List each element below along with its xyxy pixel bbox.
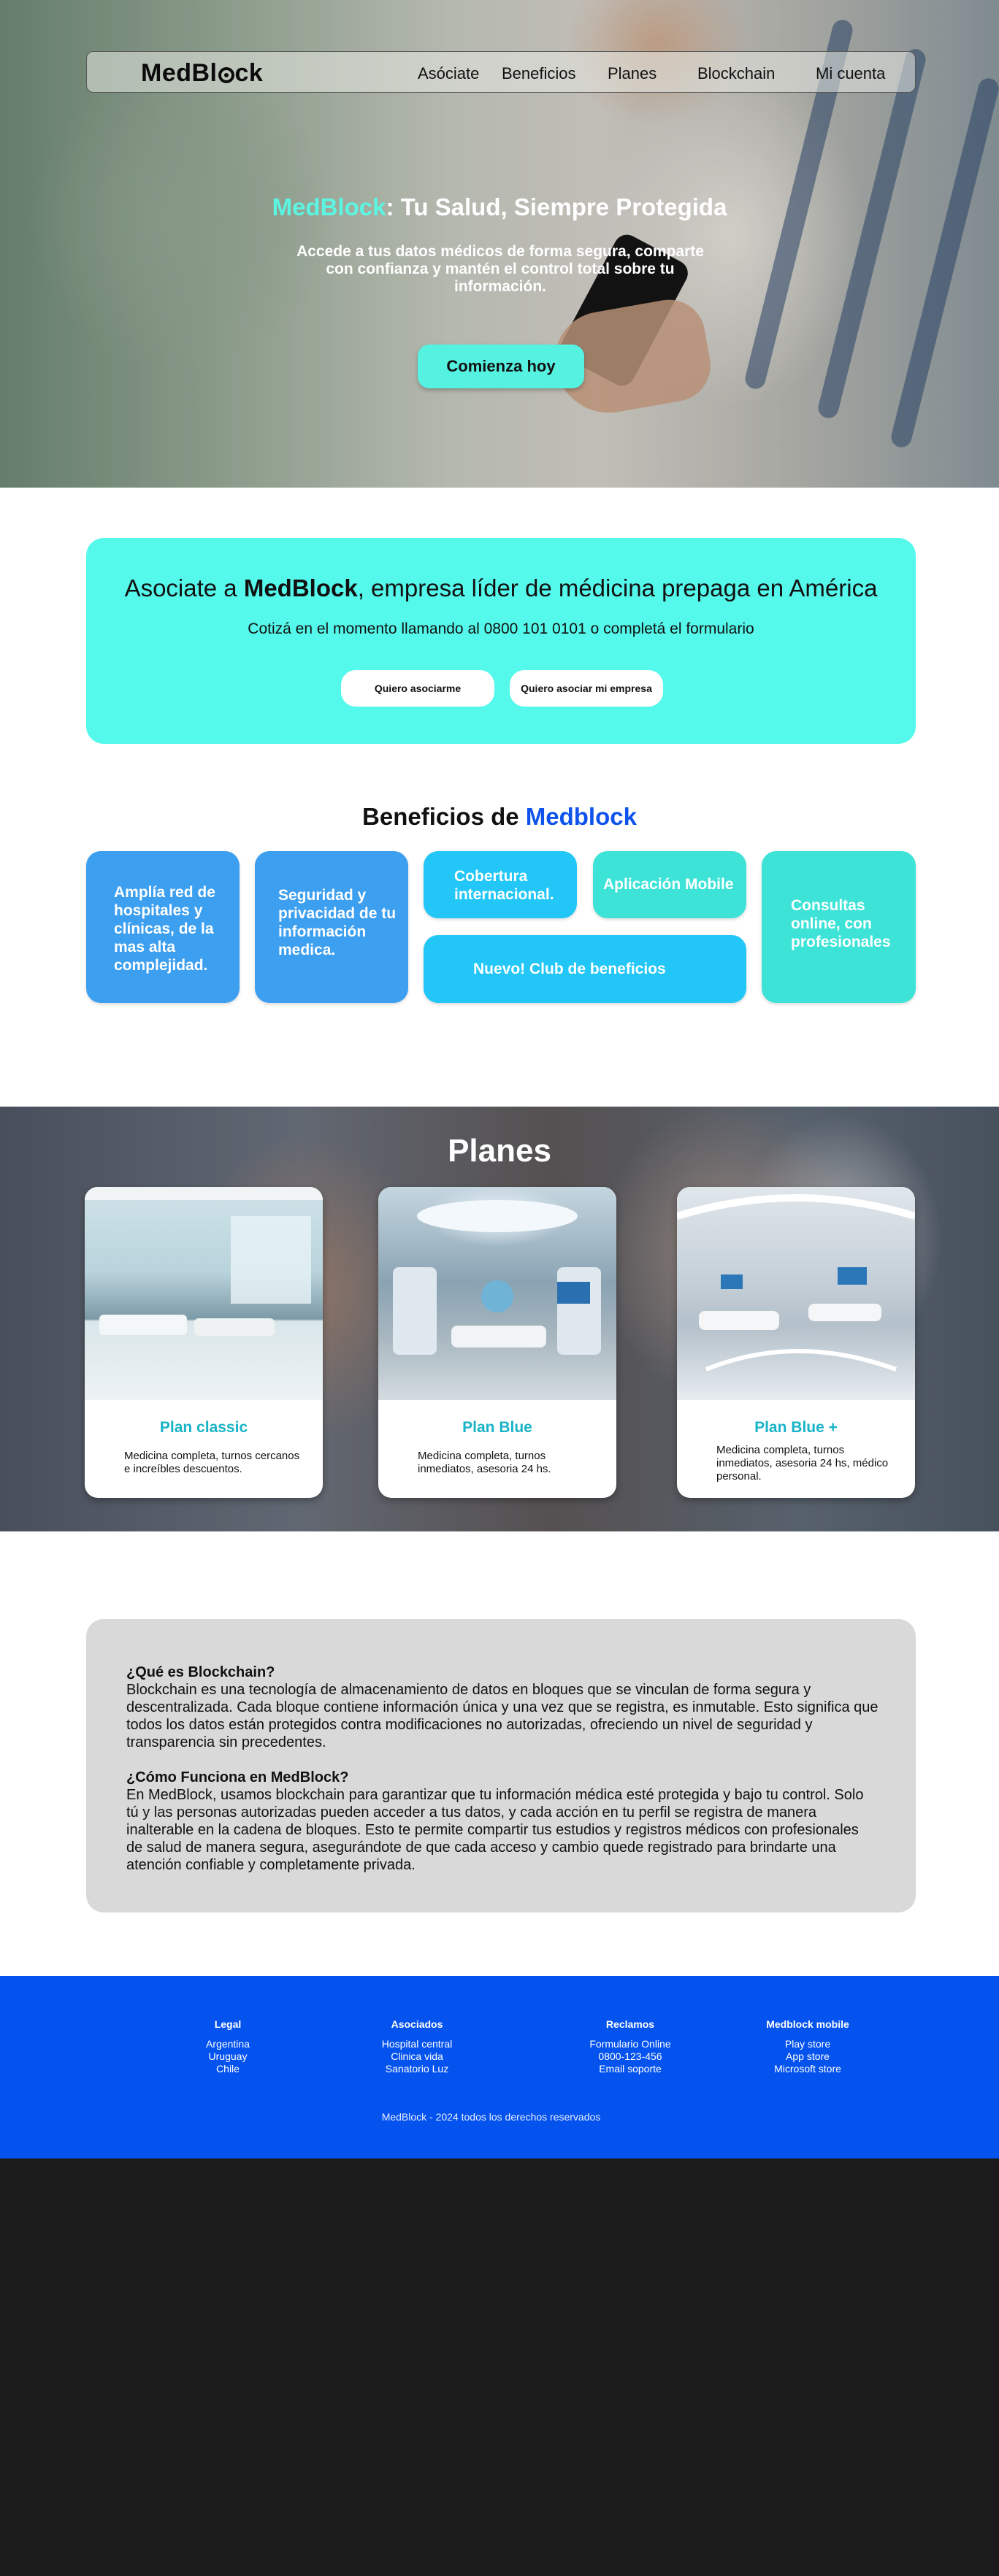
asociate-title-brand: MedBlock <box>243 574 358 601</box>
quiero-asociarme-button[interactable]: Quiero asociarme <box>341 670 494 707</box>
plan-description: Medicina completa, turnos inmediatos, as… <box>716 1444 889 1483</box>
footer-col-reclamos: Reclamos Formulario Online 0800-123-456 … <box>557 2018 703 2075</box>
benefit-card-cobertura[interactable]: Cobertura internacional. <box>424 851 577 918</box>
asociate-banner: Asociate a MedBlock, empresa líder de mé… <box>86 538 916 744</box>
benefit-card-text: Cobertura internacional. <box>454 868 554 903</box>
blockchain-answer-how: En MedBlock, usamos blockchain para gara… <box>126 1787 864 1873</box>
footer-col-title: Legal <box>214 2018 242 2030</box>
nav-link-planes[interactable]: Planes <box>608 64 657 83</box>
plan-card-blue-plus[interactable]: Plan Blue + Medicina completa, turnos in… <box>677 1187 915 1498</box>
footer-link[interactable]: Email soporte <box>557 2063 703 2075</box>
hero-title-brand: MedBlock <box>272 193 386 220</box>
benefit-card-text: Amplía red de hospitales y clínicas, de … <box>114 884 215 974</box>
comienza-hoy-button[interactable]: Comienza hoy <box>418 345 584 388</box>
planes-section: Planes Plan classic Medicina completa, t… <box>0 1107 999 1531</box>
plan-image-hospital-room <box>85 1187 323 1400</box>
asociate-title: Asociate a MedBlock, empresa líder de mé… <box>86 574 916 602</box>
footer-link[interactable]: Sanatorio Luz <box>344 2063 490 2075</box>
operating-room-illustration <box>393 1200 601 1355</box>
asociar-empresa-button[interactable]: Quiero asociar mi empresa <box>510 670 663 707</box>
footer-link[interactable]: Clinica vida <box>344 2050 490 2063</box>
benefit-card-consultas-online[interactable]: Consultas online, con profesionales <box>762 851 916 1003</box>
benefit-card-text: Consultas online, con profesionales <box>791 897 891 950</box>
benefit-card-club-beneficios[interactable]: Nuevo! Club de beneficios <box>424 935 746 1003</box>
plan-card-classic[interactable]: Plan classic Medicina completa, turnos c… <box>85 1187 323 1498</box>
asociate-title-pre: Asociate a <box>124 574 244 601</box>
logo-text-end: ck <box>234 59 264 87</box>
plan-name: Plan Blue + <box>754 1419 838 1436</box>
plan-description: Medicina completa, turnos cercanos e inc… <box>124 1450 300 1475</box>
copyright-text: MedBlock - 2024 todos los derechos reser… <box>381 2111 601 2123</box>
hospital-room-illustration <box>85 1187 323 1336</box>
benefit-card-seguridad[interactable]: Seguridad y privacidad de tu información… <box>255 851 408 1003</box>
plan-card-blue[interactable]: Plan Blue Medicina completa, turnos inme… <box>378 1187 616 1498</box>
footer-col-title: Medblock mobile <box>766 2018 849 2030</box>
footer-link[interactable]: Play store <box>735 2038 881 2050</box>
footer: Legal Argentina Uruguay Chile Asociados … <box>0 1976 999 2158</box>
footer-link[interactable]: Uruguay <box>155 2050 301 2063</box>
benefit-card-text: Nuevo! Club de beneficios <box>473 961 666 977</box>
page: MedBl ck Asóciate Beneficios Planes Block… <box>0 0 999 2158</box>
beneficios-title-brand: Medblock <box>525 803 637 830</box>
plan-image-futuristic-room <box>677 1187 915 1400</box>
benefit-card-app-mobile[interactable]: Aplicación Mobile <box>593 851 746 918</box>
footer-col-asociados: Asociados Hospital central Clinica vida … <box>344 2018 490 2075</box>
benefit-card-text: Aplicación Mobile <box>603 876 734 893</box>
logo-o-icon <box>218 66 234 83</box>
footer-col-legal: Legal Argentina Uruguay Chile <box>155 2018 301 2075</box>
blockchain-info-box: ¿Qué es Blockchain? Blockchain es una te… <box>86 1619 916 1912</box>
planes-title: Planes <box>448 1133 551 1169</box>
nav-link-beneficios[interactable]: Beneficios <box>502 64 576 83</box>
asociate-title-post: , empresa líder de médicina prepaga en A… <box>357 574 878 601</box>
nav-link-mi-cuenta[interactable]: Mi cuenta <box>816 64 885 83</box>
hero-title: MedBlock: Tu Salud, Siempre Protegida <box>0 193 999 221</box>
hero-title-rest: : Tu Salud, Siempre Protegida <box>386 193 727 220</box>
plan-name: Plan Blue <box>462 1419 532 1436</box>
benefit-card-red-hospitales[interactable]: Amplía red de hospitales y clínicas, de … <box>86 851 240 1003</box>
nav-link-blockchain[interactable]: Blockchain <box>697 64 775 83</box>
blockchain-answer-what: Blockchain es una tecnología de almacena… <box>126 1682 879 1750</box>
futuristic-room-illustration <box>677 1194 915 1372</box>
benefit-card-text: Seguridad y privacidad de tu información… <box>278 887 397 958</box>
footer-link[interactable]: Chile <box>155 2063 301 2075</box>
blockchain-question-what: ¿Qué es Blockchain? <box>126 1664 275 1680</box>
nav-link-asociate[interactable]: Asóciate <box>418 64 479 83</box>
footer-col-title: Reclamos <box>605 2018 655 2030</box>
footer-link[interactable]: Hospital central <box>344 2038 490 2050</box>
footer-col-title: Asociados <box>391 2018 443 2030</box>
beneficios-title-pre: Beneficios de <box>362 803 526 830</box>
footer-link[interactable]: App store <box>735 2050 881 2063</box>
blockchain-question-how: ¿Cómo Funciona en MedBlock? <box>126 1769 349 1785</box>
asociate-subtitle: Cotizá en el momento llamando al 0800 10… <box>248 620 754 637</box>
hero-section: MedBl ck Asóciate Beneficios Planes Block… <box>0 0 999 488</box>
blockchain-text: ¿Qué es Blockchain? Blockchain es una te… <box>126 1664 879 1874</box>
footer-col-mobile: Medblock mobile Play store App store Mic… <box>735 2018 881 2075</box>
plan-name: Plan classic <box>159 1419 248 1436</box>
plan-description: Medicina completa, turnos inmediatos, as… <box>418 1450 551 1475</box>
hero-subtitle: Accede a tus datos médicos de forma segu… <box>296 243 704 295</box>
plan-image-operating-room <box>378 1187 616 1400</box>
footer-link[interactable]: Formulario Online <box>557 2038 703 2050</box>
footer-link[interactable]: Argentina <box>155 2038 301 2050</box>
logo-text-start: MedBl <box>141 59 218 87</box>
medblock-logo[interactable]: MedBl ck <box>141 59 263 88</box>
beneficios-title: Beneficios de Medblock <box>0 803 999 831</box>
footer-link[interactable]: Microsoft store <box>735 2063 881 2075</box>
footer-link[interactable]: 0800-123-456 <box>557 2050 703 2063</box>
top-navbar: MedBl ck Asóciate Beneficios Planes Block… <box>86 51 916 93</box>
